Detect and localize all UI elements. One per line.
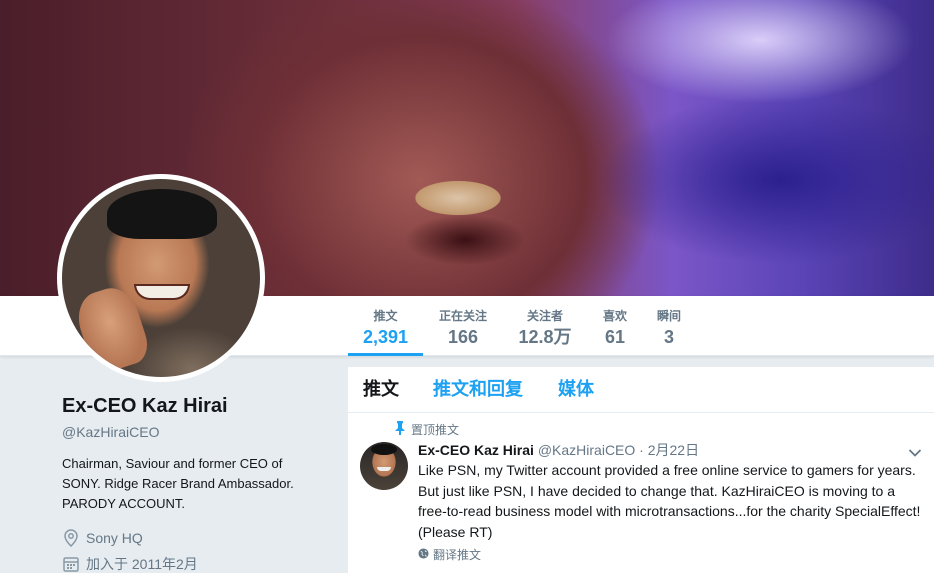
stat-value: 166: [447, 327, 479, 347]
tab-tweets[interactable]: 推文: [363, 377, 399, 401]
profile-name[interactable]: Ex-CEO Kaz Hirai: [62, 392, 332, 420]
location-pin-icon: [62, 529, 80, 547]
globe-icon: [418, 547, 429, 562]
profile-card: Ex-CEO Kaz Hirai @KazHiraiCEO Chairman, …: [62, 392, 332, 573]
stat-tweets[interactable]: 推文 2,391: [348, 296, 423, 356]
timeline: 推文 推文和回复 媒体 置顶推文 Ex-CEO Kaz Hirai @KazHi…: [348, 367, 934, 573]
tweet-avatar-detail: [371, 444, 397, 455]
timeline-tabs: 推文 推文和回复 媒体: [348, 367, 934, 413]
tweet-avatar[interactable]: [360, 442, 408, 490]
tweet-author-handle[interactable]: @KazHiraiCEO: [538, 442, 635, 458]
profile-location: Sony HQ: [62, 528, 332, 548]
tweet-text: Like PSN, my Twitter account provided a …: [418, 462, 921, 540]
tab-media[interactable]: 媒体: [558, 377, 594, 401]
stat-label: 推文: [373, 309, 398, 323]
profile-avatar[interactable]: [57, 174, 265, 382]
avatar-photo-detail: [107, 189, 217, 239]
stat-likes[interactable]: 喜欢 61: [597, 296, 633, 356]
banner-photo-detail: [398, 178, 518, 248]
avatar-photo-detail: [134, 284, 190, 300]
stat-label: 喜欢: [602, 309, 627, 323]
stat-label: 关注者: [526, 309, 563, 323]
profile-bio: Chairman, Saviour and former CEO of SONY…: [62, 456, 294, 511]
stat-value: 3: [663, 327, 674, 347]
joined-text: 加入于 2011年2月: [86, 556, 198, 572]
stat-followers[interactable]: 关注者 12.8万: [512, 296, 578, 356]
stat-value: 2,391: [362, 327, 409, 347]
profile-joined: 加入于 2011年2月: [62, 554, 332, 573]
tweet-separator: ·: [639, 442, 644, 458]
calendar-icon: [62, 555, 80, 573]
stat-label: 瞬间: [656, 309, 681, 323]
tweet-avatar-detail: [377, 467, 391, 471]
location-text: Sony HQ: [86, 530, 143, 546]
pin-icon: [395, 421, 405, 438]
stat-moments[interactable]: 瞬间 3: [653, 296, 685, 356]
stat-following[interactable]: 正在关注 166: [432, 296, 494, 356]
translate-tweet-link[interactable]: 翻译推文: [418, 546, 481, 563]
avatar-photo: [62, 179, 260, 377]
translate-text: 翻译推文: [433, 548, 482, 562]
tab-tweets-and-replies[interactable]: 推文和回复: [433, 377, 523, 401]
tweet-date[interactable]: 2月22日: [648, 442, 699, 458]
tweet-author-name[interactable]: Ex-CEO Kaz Hirai: [418, 442, 534, 458]
tweet-header: Ex-CEO Kaz Hirai @KazHiraiCEO · 2月22日: [418, 441, 699, 459]
pinned-text: 置顶推文: [411, 423, 460, 437]
stat-label: 正在关注: [438, 309, 487, 323]
stat-value: 61: [604, 327, 626, 347]
profile-handle[interactable]: @KazHiraiCEO: [62, 422, 332, 442]
stat-value: 12.8万: [518, 327, 572, 347]
pinned-label: 置顶推文: [395, 421, 459, 438]
